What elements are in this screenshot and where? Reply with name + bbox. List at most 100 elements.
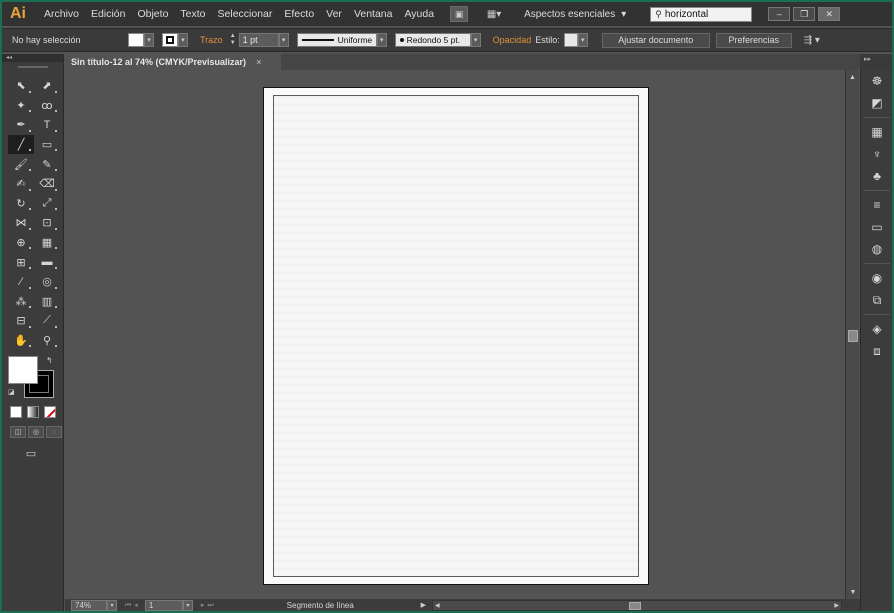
zoom-field[interactable]: 74% bbox=[71, 599, 107, 611]
menu-archivo[interactable]: Archivo bbox=[38, 8, 85, 20]
stroke-label-link[interactable]: Trazo bbox=[200, 35, 223, 45]
stroke-weight-stepper[interactable]: ▲ ▼ bbox=[227, 33, 239, 47]
stroke-weight-field[interactable]: 1 pt bbox=[238, 33, 279, 47]
fill-swatch[interactable] bbox=[128, 33, 144, 47]
maximize-button[interactable]: ❐ bbox=[793, 7, 816, 21]
artboard[interactable] bbox=[263, 87, 649, 585]
tool-button[interactable]: ╱ bbox=[8, 134, 34, 155]
horizontal-scrollbar[interactable]: ◀ ▶ bbox=[432, 599, 843, 611]
opacity-label-link[interactable]: Opacidad bbox=[493, 35, 532, 45]
scroll-down-icon[interactable]: ▼ bbox=[846, 585, 860, 599]
tool-button[interactable]: T bbox=[34, 115, 60, 135]
bridge-button[interactable]: ▣ bbox=[450, 6, 469, 22]
stroke-weight-dropdown[interactable]: ▾ bbox=[278, 33, 289, 47]
style-swatch[interactable] bbox=[563, 33, 578, 47]
artboard-number-field[interactable]: 1 bbox=[144, 599, 183, 611]
color-mode-button[interactable] bbox=[10, 406, 22, 418]
style-dropdown[interactable]: ▾ bbox=[577, 33, 588, 47]
status-menu-icon[interactable]: ▶ bbox=[421, 601, 426, 609]
stroke-swatch[interactable] bbox=[162, 33, 178, 47]
menu-objeto[interactable]: Objeto bbox=[131, 8, 174, 20]
color-guide-panel-icon[interactable]: ◩ bbox=[861, 92, 892, 114]
close-button[interactable]: ✕ bbox=[818, 7, 841, 21]
horizontal-scroll-thumb[interactable] bbox=[629, 601, 642, 610]
close-icon[interactable]: × bbox=[256, 57, 261, 67]
tool-button[interactable]: ⊟ bbox=[8, 311, 34, 331]
tool-button[interactable]: ⤢ bbox=[34, 194, 60, 214]
tool-button[interactable]: ✦ bbox=[8, 96, 34, 116]
tool-button[interactable]: ⊞ bbox=[8, 252, 34, 272]
tool-button[interactable]: ⌫ bbox=[34, 174, 60, 194]
tool-button[interactable]: ✎ bbox=[34, 154, 60, 174]
tool-button[interactable]: ✒ bbox=[8, 115, 34, 135]
tool-button[interactable]: ⊡ bbox=[34, 213, 60, 233]
scroll-left-icon[interactable]: ◀ bbox=[435, 601, 440, 611]
tool-button[interactable]: ✋ bbox=[8, 331, 34, 351]
brush-definition[interactable]: Redondo 5 pt. bbox=[394, 33, 471, 47]
tool-button[interactable]: ⬉ bbox=[8, 76, 34, 96]
first-prev-artboard-icon[interactable]: ⏮◂ bbox=[125, 601, 141, 610]
tool-button[interactable]: ↻ bbox=[8, 194, 34, 214]
tool-button[interactable]: ▭ bbox=[34, 135, 60, 155]
tool-button[interactable]: ⁂ bbox=[8, 292, 34, 312]
color-panel-icon[interactable]: ☸ bbox=[861, 70, 892, 92]
none-mode-button[interactable] bbox=[44, 406, 56, 418]
arrange-icon[interactable]: ⇶ ▾ bbox=[804, 35, 820, 46]
default-colors-icon[interactable]: ◪ bbox=[8, 388, 15, 396]
menu-efecto[interactable]: Efecto bbox=[278, 8, 320, 20]
gradient-mode-button[interactable] bbox=[27, 406, 39, 418]
draw-behind-icon[interactable]: ◎ bbox=[28, 426, 44, 438]
gradient-panel-icon[interactable]: ▭ bbox=[861, 216, 892, 238]
tool-button[interactable]: 🖌 bbox=[8, 154, 34, 174]
scroll-up-icon[interactable]: ▲ bbox=[846, 70, 859, 84]
panel-collapse-icon[interactable]: ◂◂ bbox=[2, 54, 63, 62]
menu-ventana[interactable]: Ventana bbox=[348, 8, 399, 20]
artboards-panel-icon[interactable]: ⧈ bbox=[861, 340, 892, 362]
arrange-documents-button[interactable]: ▦▾ bbox=[482, 6, 506, 22]
tool-button[interactable]: ⬈ bbox=[34, 76, 60, 96]
next-last-artboard-icon[interactable]: ▸⏭ bbox=[201, 601, 217, 610]
brushes-panel-icon[interactable]: ♆ bbox=[861, 143, 892, 165]
tool-button[interactable]: ◎ bbox=[34, 272, 60, 292]
tool-button[interactable]: ⟋ bbox=[34, 311, 60, 331]
brush-dropdown[interactable]: ▾ bbox=[470, 33, 481, 47]
tool-button[interactable]: ⋈ bbox=[8, 213, 34, 233]
layers-panel-icon[interactable]: ◈ bbox=[861, 318, 892, 340]
variable-width-profile[interactable]: Uniforme bbox=[296, 33, 377, 47]
fill-dropdown[interactable]: ▾ bbox=[144, 33, 154, 47]
menu-texto[interactable]: Texto bbox=[174, 8, 211, 20]
vertical-scroll-thumb[interactable] bbox=[848, 330, 858, 342]
menu-ayuda[interactable]: Ayuda bbox=[398, 8, 440, 20]
draw-inside-icon[interactable]: ◌ bbox=[46, 426, 62, 438]
graphic-styles-panel-icon[interactable]: ⧉ bbox=[861, 289, 892, 311]
scroll-right-icon[interactable]: ▶ bbox=[834, 601, 839, 611]
canvas-area[interactable] bbox=[65, 70, 845, 599]
tool-button[interactable]: ⚲ bbox=[34, 331, 60, 351]
artboard-dropdown[interactable]: ▾ bbox=[182, 599, 193, 611]
search-input[interactable] bbox=[664, 8, 745, 20]
minimize-button[interactable]: – bbox=[768, 7, 791, 21]
menu-edicion[interactable]: Edición bbox=[85, 8, 131, 20]
zoom-dropdown[interactable]: ▾ bbox=[107, 599, 117, 611]
panel-grip[interactable] bbox=[17, 66, 48, 68]
tool-button[interactable]: ✍ bbox=[8, 174, 34, 194]
tool-button[interactable]: ▦ bbox=[34, 233, 60, 253]
appearance-panel-icon[interactable]: ◉ bbox=[861, 267, 892, 289]
profile-dropdown[interactable]: ▾ bbox=[376, 33, 387, 47]
fit-document-button[interactable]: Ajustar documento bbox=[601, 32, 710, 48]
tool-button[interactable]: ꝏ bbox=[34, 96, 60, 116]
tool-button[interactable]: ▬ bbox=[34, 252, 60, 272]
menu-seleccionar[interactable]: Seleccionar bbox=[212, 8, 279, 20]
search-box[interactable]: ⚲ bbox=[650, 6, 753, 22]
draw-normal-icon[interactable]: ◫ bbox=[10, 426, 26, 438]
tool-button[interactable]: ⁄ bbox=[8, 272, 34, 292]
stroke-dropdown[interactable]: ▾ bbox=[178, 33, 188, 47]
tool-button[interactable]: ⊕ bbox=[8, 233, 34, 253]
swap-fill-stroke-icon[interactable]: ↰ bbox=[46, 356, 53, 365]
fill-color-box[interactable] bbox=[8, 356, 38, 384]
document-tab[interactable]: Sin título-12 al 74% (CMYK/Previsualizar… bbox=[65, 54, 281, 70]
screen-mode-icon[interactable]: ▭ bbox=[22, 446, 40, 460]
transparency-panel-icon[interactable]: ◍ bbox=[861, 238, 892, 260]
vertical-scrollbar[interactable]: ▲ ▼ bbox=[845, 70, 859, 599]
menu-ver[interactable]: Ver bbox=[320, 8, 348, 20]
